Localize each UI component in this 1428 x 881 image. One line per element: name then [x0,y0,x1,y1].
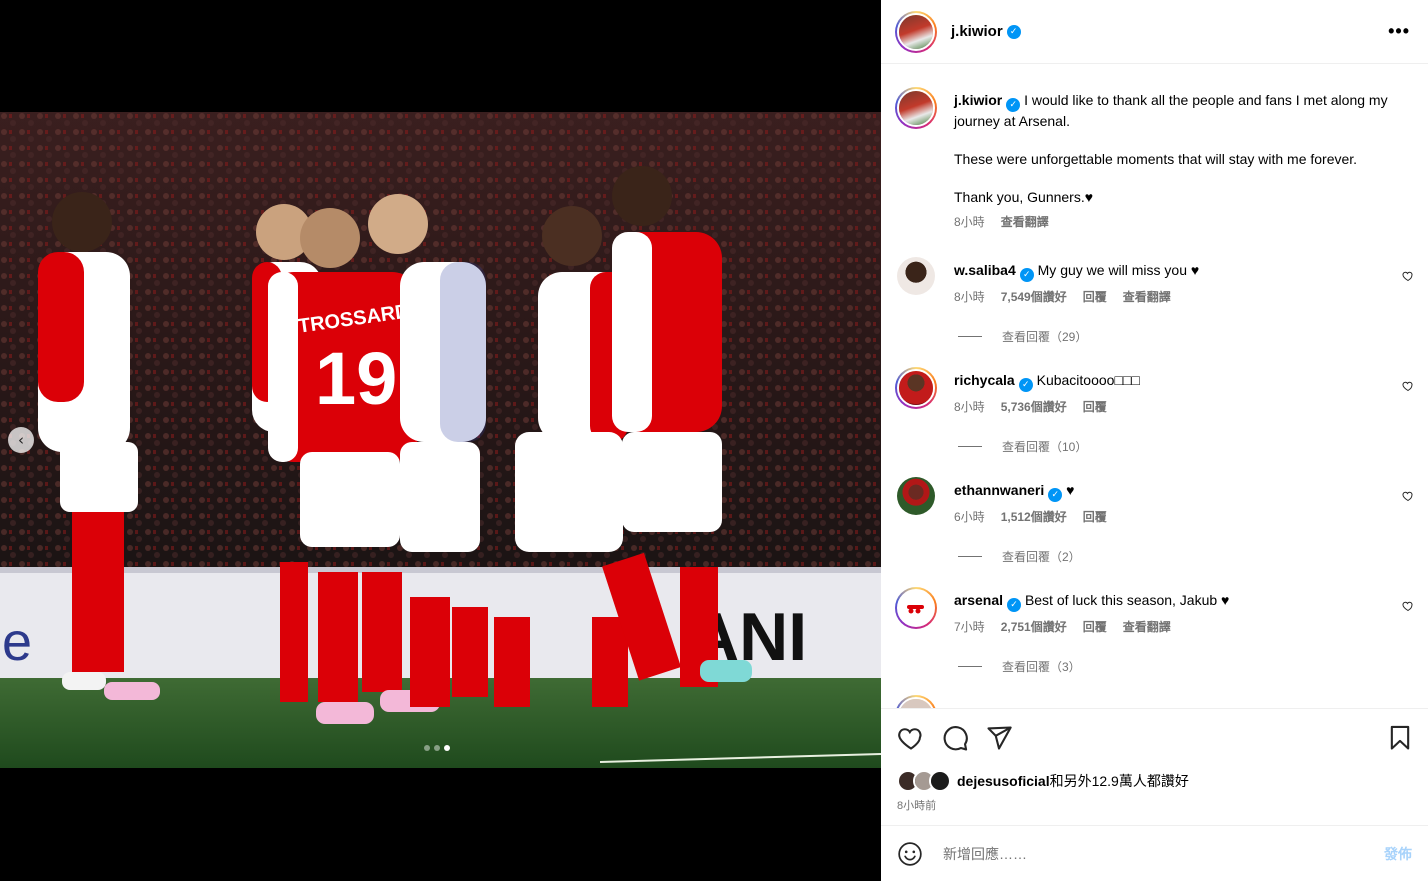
caption-row: j.kiwior ✓ I would like to thank all the … [895,87,1414,232]
verified-badge-icon: ✓ [1018,378,1033,392]
board-left-text: e [2,612,32,672]
post-photo: e ANI TROSSARD 19 [0,112,881,768]
share-button[interactable] [985,724,1013,752]
comment-likes[interactable]: 7,549個讚好 [1001,288,1067,307]
comment-time: 7小時 [954,620,985,634]
comments-list[interactable]: j.kiwior ✓ I would like to thank all the … [881,65,1428,708]
caption-line-2: These were unforgettable moments that wi… [954,151,1358,167]
view-replies-button[interactable]: 查看回覆（2） [958,548,1081,565]
comment-like-heart-icon[interactable] [1402,270,1414,282]
more-options-icon[interactable]: ••• [1384,21,1414,42]
verified-badge-icon: ✓ [1006,98,1021,112]
author-avatar[interactable] [895,10,937,53]
comment-row: arsenal ✓ Best of luck this season, Jakub… [895,587,1414,637]
comment-like-heart-icon[interactable] [1402,380,1414,392]
smiley-face-icon[interactable] [897,841,923,867]
caption-avatar[interactable] [895,87,937,129]
caption-time: 8小時 [954,215,985,229]
view-replies-button[interactable]: 查看回覆（29） [958,328,1087,345]
carousel-dots [424,745,450,751]
comment-likes[interactable]: 5,736個讚好 [1001,398,1067,417]
paper-plane-icon [987,726,1012,750]
commenter-avatar[interactable] [897,257,935,295]
comment-row: w.saliba4 ✓ My guy we will miss you ♥ 8小時… [895,257,1414,307]
comment-text: Kubacitoooo□□□ [1036,372,1140,388]
comment-button[interactable] [941,724,969,752]
comment-like-heart-icon[interactable] [1402,490,1414,502]
post-side-panel: j.kiwior ✓ ••• j.kiwior ✓ I would like to… [881,0,1428,881]
carousel-dot [434,745,440,751]
view-replies-button[interactable]: 查看回覆（3） [958,658,1081,675]
reply-button[interactable]: 回覆 [1083,618,1107,637]
view-replies-label: 查看回覆（2） [1002,550,1081,564]
comment-bubble-icon [943,726,968,751]
comment-likes[interactable]: 2,751個讚好 [1001,618,1067,637]
save-button[interactable] [1386,724,1414,752]
caption-username[interactable]: j.kiwior [954,92,1002,108]
comment-text: Best of luck this season, Jakub ♥ [1024,592,1230,608]
reply-button[interactable]: 回覆 [1083,508,1107,527]
caption-line-3: Thank you, Gunners.♥ [954,189,1094,205]
comment-like-heart-icon[interactable] [1402,600,1414,612]
commenter-username[interactable]: richycala [954,372,1015,388]
verified-badge-icon: ✓ [1048,488,1063,502]
comment-text: My guy we will miss you ♥ [1037,262,1200,278]
comment-text: ♥ [1066,482,1075,498]
instagram-post-modal: e ANI TROSSARD 19 ‹ j.kiwior ✓ ••• j.kiw… [0,0,1428,881]
likes-user[interactable]: dejesusoficial [957,773,1050,789]
arsenal-cannon-icon [907,605,924,614]
view-replies-label: 查看回覆（10） [1002,440,1088,454]
bookmark-icon [1390,725,1410,750]
commenter-avatar[interactable] [895,367,937,409]
comment-time: 8小時 [954,400,985,414]
liker-avatar [929,770,951,792]
post-timestamp: 8小時前 [897,800,937,812]
translate-button[interactable]: 查看翻譯 [1123,618,1171,637]
comment-composer: 發佈 [881,825,1428,881]
translate-button[interactable]: 查看翻譯 [1123,288,1171,307]
caption-line-1: I would like to thank all the people and… [954,92,1388,129]
commenter-username[interactable]: ethannwaneri [954,482,1044,498]
media-pane: e ANI TROSSARD 19 ‹ [0,0,881,881]
view-replies-button[interactable]: 查看回覆（10） [958,438,1087,455]
like-button[interactable] [897,724,925,752]
post-actions: dejesusoficial和另外12.9萬人都讚好 8小時前 [881,708,1428,813]
comment-row: richycala ✓ Kubacitoooo□□□ 8小時 5,736個讚好 回… [895,367,1414,417]
comment-likes[interactable]: 1,512個讚好 [1001,508,1067,527]
chevron-left-icon: ‹ [18,431,24,449]
commenter-username[interactable]: w.saliba4 [954,262,1016,278]
post-header: j.kiwior ✓ ••• [881,0,1428,64]
reply-button[interactable]: 回覆 [1083,288,1107,307]
view-replies-label: 查看回覆（3） [1002,660,1081,674]
comment-row-partial [895,695,1414,708]
heart-icon [898,728,922,750]
reply-button[interactable]: 回覆 [1083,398,1107,417]
commenter-username[interactable]: arsenal [954,592,1003,608]
translate-button[interactable]: 查看翻譯 [1001,213,1049,232]
author-username[interactable]: j.kiwior [951,23,1003,40]
comment-time: 6小時 [954,510,985,524]
comment-row: ethannwaneri ✓ ♥ 6小時 1,512個讚好 回覆 [895,477,1414,527]
jersey-number: 19 [315,337,397,420]
verified-badge-icon: ✓ [1019,268,1034,282]
commenter-avatar[interactable] [895,695,937,708]
verified-badge-icon: ✓ [1006,24,1021,39]
verified-badge-icon: ✓ [1007,598,1022,612]
carousel-dot-active [444,745,450,751]
comment-input[interactable] [943,845,1384,862]
likes-summary[interactable]: dejesusoficial和另外12.9萬人都讚好 [881,767,1428,795]
view-replies-label: 查看回覆（29） [1002,330,1088,344]
post-comment-button[interactable]: 發佈 [1384,844,1412,864]
comment-time: 8小時 [954,290,985,304]
carousel-dot [424,745,430,751]
commenter-avatar[interactable] [897,477,935,515]
commenter-avatar[interactable] [895,587,937,629]
likes-rest: 和另外12.9萬人都讚好 [1049,773,1189,789]
carousel-prev-button[interactable]: ‹ [8,427,34,453]
